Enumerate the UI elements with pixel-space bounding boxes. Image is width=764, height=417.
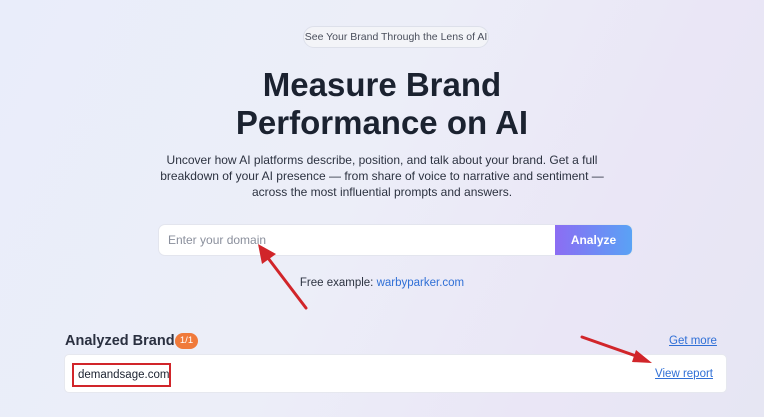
free-example: Free example: warbyparker.com (0, 277, 764, 289)
title-line-1: Measure Brand (262, 66, 502, 103)
analyzed-brands-title: Analyzed Brands (65, 333, 183, 349)
page-title: Measure Brand Performance on AI (0, 66, 764, 142)
tagline-pill: See Your Brand Through the Lens of AI (303, 26, 489, 48)
view-report-link[interactable]: View report (655, 368, 713, 380)
domain-input[interactable] (159, 225, 555, 255)
brand-domain: demandsage.com (72, 363, 171, 387)
page-subtitle: Uncover how AI platforms describe, posit… (160, 153, 604, 199)
brand-count-badge: 1/1 (175, 333, 198, 349)
brand-row: demandsage.com View report (64, 354, 727, 393)
get-more-link[interactable]: Get more (669, 335, 717, 347)
analyze-button[interactable]: Analyze (555, 225, 632, 255)
title-line-2: Performance on AI (235, 104, 529, 141)
free-example-link[interactable]: warbyparker.com (377, 277, 465, 289)
domain-search-bar: Analyze (158, 224, 633, 256)
free-example-label: Free example: (299, 277, 374, 289)
